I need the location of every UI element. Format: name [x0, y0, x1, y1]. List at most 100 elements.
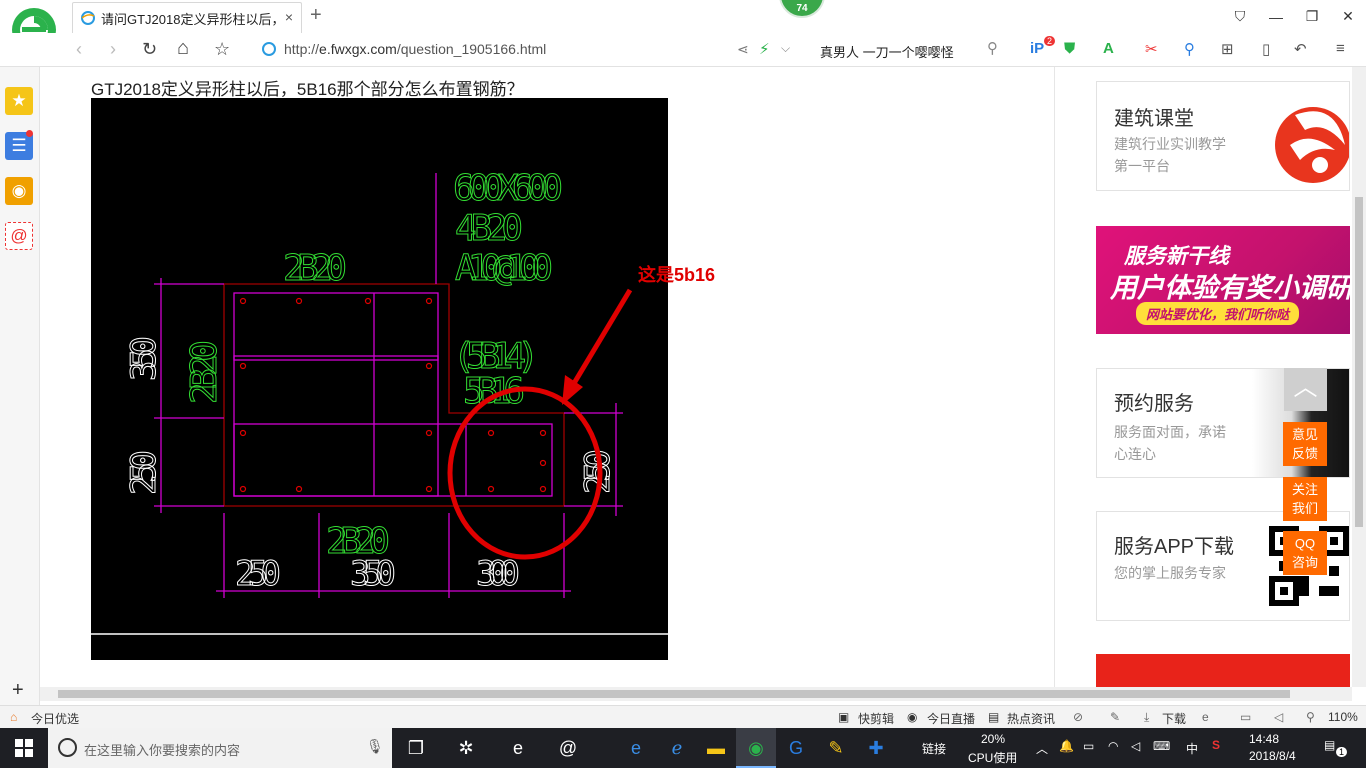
daily-picks-link[interactable]: 今日优选: [31, 710, 79, 727]
gift-icon[interactable]: ⌂: [10, 710, 17, 724]
sogou-icon[interactable]: S: [1212, 738, 1220, 752]
favorites-star-icon[interactable]: ★: [5, 87, 33, 115]
favorite-button[interactable]: ☆: [214, 39, 230, 60]
tray-expand-icon[interactable]: ︿: [1036, 740, 1048, 757]
skin-button[interactable]: ⛉: [1222, 0, 1258, 33]
notification-bell-icon[interactable]: 🔔: [1059, 739, 1074, 753]
scissors-icon[interactable]: ✂: [1145, 40, 1158, 58]
ie-tab-icon: [81, 11, 95, 25]
home-button[interactable]: ⌂: [177, 37, 189, 60]
forward-button[interactable]: ›: [110, 39, 116, 60]
ie-app-icon[interactable]: ℯ: [657, 728, 697, 768]
cpu-label: CPU使用: [968, 751, 1018, 765]
tab-close-button[interactable]: ×: [285, 9, 293, 25]
annotation-label: 这是5b16: [638, 265, 716, 285]
live-link[interactable]: 今日直播: [927, 710, 975, 727]
keyboard-icon[interactable]: ⌨: [1153, 739, 1170, 753]
spiral-app-icon[interactable]: @: [548, 728, 588, 768]
download-icon[interactable]: ⤓: [1144, 710, 1149, 725]
g-app-icon[interactable]: G: [776, 728, 816, 768]
share-icon[interactable]: ⋖: [737, 41, 749, 58]
back-to-top-button[interactable]: ︿: [1284, 368, 1327, 411]
cad-top-rebar: 2B20: [283, 248, 347, 289]
mute-icon[interactable]: ◁: [1274, 710, 1283, 724]
back-button[interactable]: ‹: [76, 39, 82, 60]
microphone-icon[interactable]: 🎙: [366, 738, 384, 755]
fan-app-icon[interactable]: ✲: [446, 728, 486, 768]
360-browser-icon[interactable]: ◉: [736, 728, 776, 768]
tray-link-label[interactable]: 链接: [922, 740, 946, 757]
zoom-level[interactable]: 110%: [1328, 710, 1358, 724]
restore-button[interactable]: ❐: [1294, 0, 1330, 33]
mail-icon[interactable]: @: [5, 222, 33, 250]
speed-mode-icon[interactable]: ⚡: [759, 40, 770, 58]
download-link[interactable]: 下载: [1162, 710, 1186, 727]
feedback-button[interactable]: 意见 反馈: [1283, 422, 1327, 466]
news-link[interactable]: 热点资讯: [1007, 710, 1055, 727]
shield-icon[interactable]: ⛊: [1064, 40, 1075, 57]
quick-clip-link[interactable]: 快剪辑: [858, 710, 894, 727]
pin-icon[interactable]: ✎: [1110, 710, 1120, 724]
zoom-icon[interactable]: ⚲: [1306, 710, 1315, 724]
horizontal-scrollbar[interactable]: [40, 687, 1352, 701]
card-architecture-class[interactable]: 建筑课堂 建筑行业实训教学第一平台: [1096, 81, 1350, 191]
card-title: 服务APP下载: [1114, 536, 1235, 558]
address-bar-row: ‹ › ↻ ⌂ ☆ http://e.fwxgx.com/question_19…: [0, 33, 1366, 67]
cad-size-label: 600X600: [453, 168, 563, 209]
wifi-icon[interactable]: ◠: [1108, 739, 1118, 753]
task-view-icon[interactable]: ❐: [396, 728, 436, 768]
live-icon[interactable]: ◉: [907, 710, 917, 724]
accelerate-icon[interactable]: ⊘: [1073, 710, 1083, 724]
ie-mode-icon[interactable]: e: [1202, 710, 1209, 724]
quick-clip-icon[interactable]: ▣: [838, 710, 849, 724]
browser-tab[interactable]: 请问GTJ2018定义异形柱以后，5 ×: [72, 2, 302, 33]
cortana-icon: [58, 738, 77, 757]
apps-grid-icon[interactable]: ⊞: [1221, 40, 1234, 58]
battery-icon[interactable]: ▭: [1083, 739, 1094, 753]
clock-date[interactable]: 2018/8/4: [1249, 749, 1296, 763]
survey-banner[interactable]: 服务新干线 用户体验有奖小调研 网站要优化，我们听你哒: [1096, 226, 1350, 334]
ip-tool-icon[interactable]: iP: [1030, 40, 1044, 57]
windows-logo-icon: [15, 739, 33, 757]
volume-icon[interactable]: ◁: [1131, 739, 1140, 753]
clock-time[interactable]: 14:48: [1249, 732, 1279, 746]
new-tab-button[interactable]: +: [310, 4, 322, 27]
close-window-button[interactable]: ✕: [1330, 0, 1366, 33]
follow-us-button[interactable]: 关注 我们: [1283, 477, 1327, 521]
action-center-icon[interactable]: ▤: [1324, 738, 1335, 752]
undo-icon[interactable]: ↶: [1294, 40, 1307, 58]
scroll-thumb[interactable]: [58, 690, 1290, 698]
score-badge[interactable]: 74: [779, 0, 825, 18]
cad-dim-bottom-2: 350: [350, 554, 396, 594]
window-icon[interactable]: ▭: [1240, 710, 1251, 724]
taskbar-search[interactable]: 在这里输入你要搜索的内容 🎙: [48, 728, 392, 768]
plus-app-icon[interactable]: ✚: [856, 728, 896, 768]
cad-dim-left-1: 350: [124, 336, 164, 381]
start-button[interactable]: [0, 728, 48, 768]
mobile-icon[interactable]: ▯: [1262, 40, 1270, 58]
left-sidebar: ★ ☰ ◉ @ +: [0, 67, 40, 707]
minimize-button[interactable]: —: [1258, 0, 1294, 33]
menu-icon[interactable]: ≡: [1336, 40, 1345, 57]
file-explorer-icon[interactable]: ▬: [696, 728, 736, 768]
security-icon[interactable]: [262, 42, 276, 56]
edge-app-icon[interactable]: e: [616, 728, 656, 768]
sidebar-add-button[interactable]: +: [12, 679, 24, 702]
chevron-down-icon[interactable]: ⌵: [781, 41, 790, 56]
magnifier-tool-icon[interactable]: ⚲: [1184, 40, 1195, 58]
ime-indicator[interactable]: 中: [1186, 740, 1198, 757]
weibo-icon[interactable]: ◉: [5, 177, 33, 205]
phoenix-logo-icon: [1275, 107, 1349, 183]
qq-consult-button[interactable]: QQ 咨询: [1283, 531, 1327, 575]
vertical-scrollbar[interactable]: [1352, 67, 1366, 687]
translate-icon[interactable]: A: [1103, 40, 1114, 57]
url-field[interactable]: http://e.fwxgx.com/question_1905166.html: [284, 41, 546, 57]
edge-browser-icon[interactable]: e: [498, 728, 538, 768]
scroll-thumb[interactable]: [1355, 197, 1363, 527]
notes-app-icon[interactable]: ✎: [816, 728, 856, 768]
news-icon[interactable]: ▤: [988, 710, 999, 724]
card-subtitle: 建筑行业实训教学第一平台: [1114, 136, 1226, 174]
reload-button[interactable]: ↻: [142, 39, 157, 60]
hot-search-text[interactable]: 真男人 一刀一个嘤嘤怪: [820, 42, 954, 61]
search-icon[interactable]: ⚲: [987, 39, 998, 57]
